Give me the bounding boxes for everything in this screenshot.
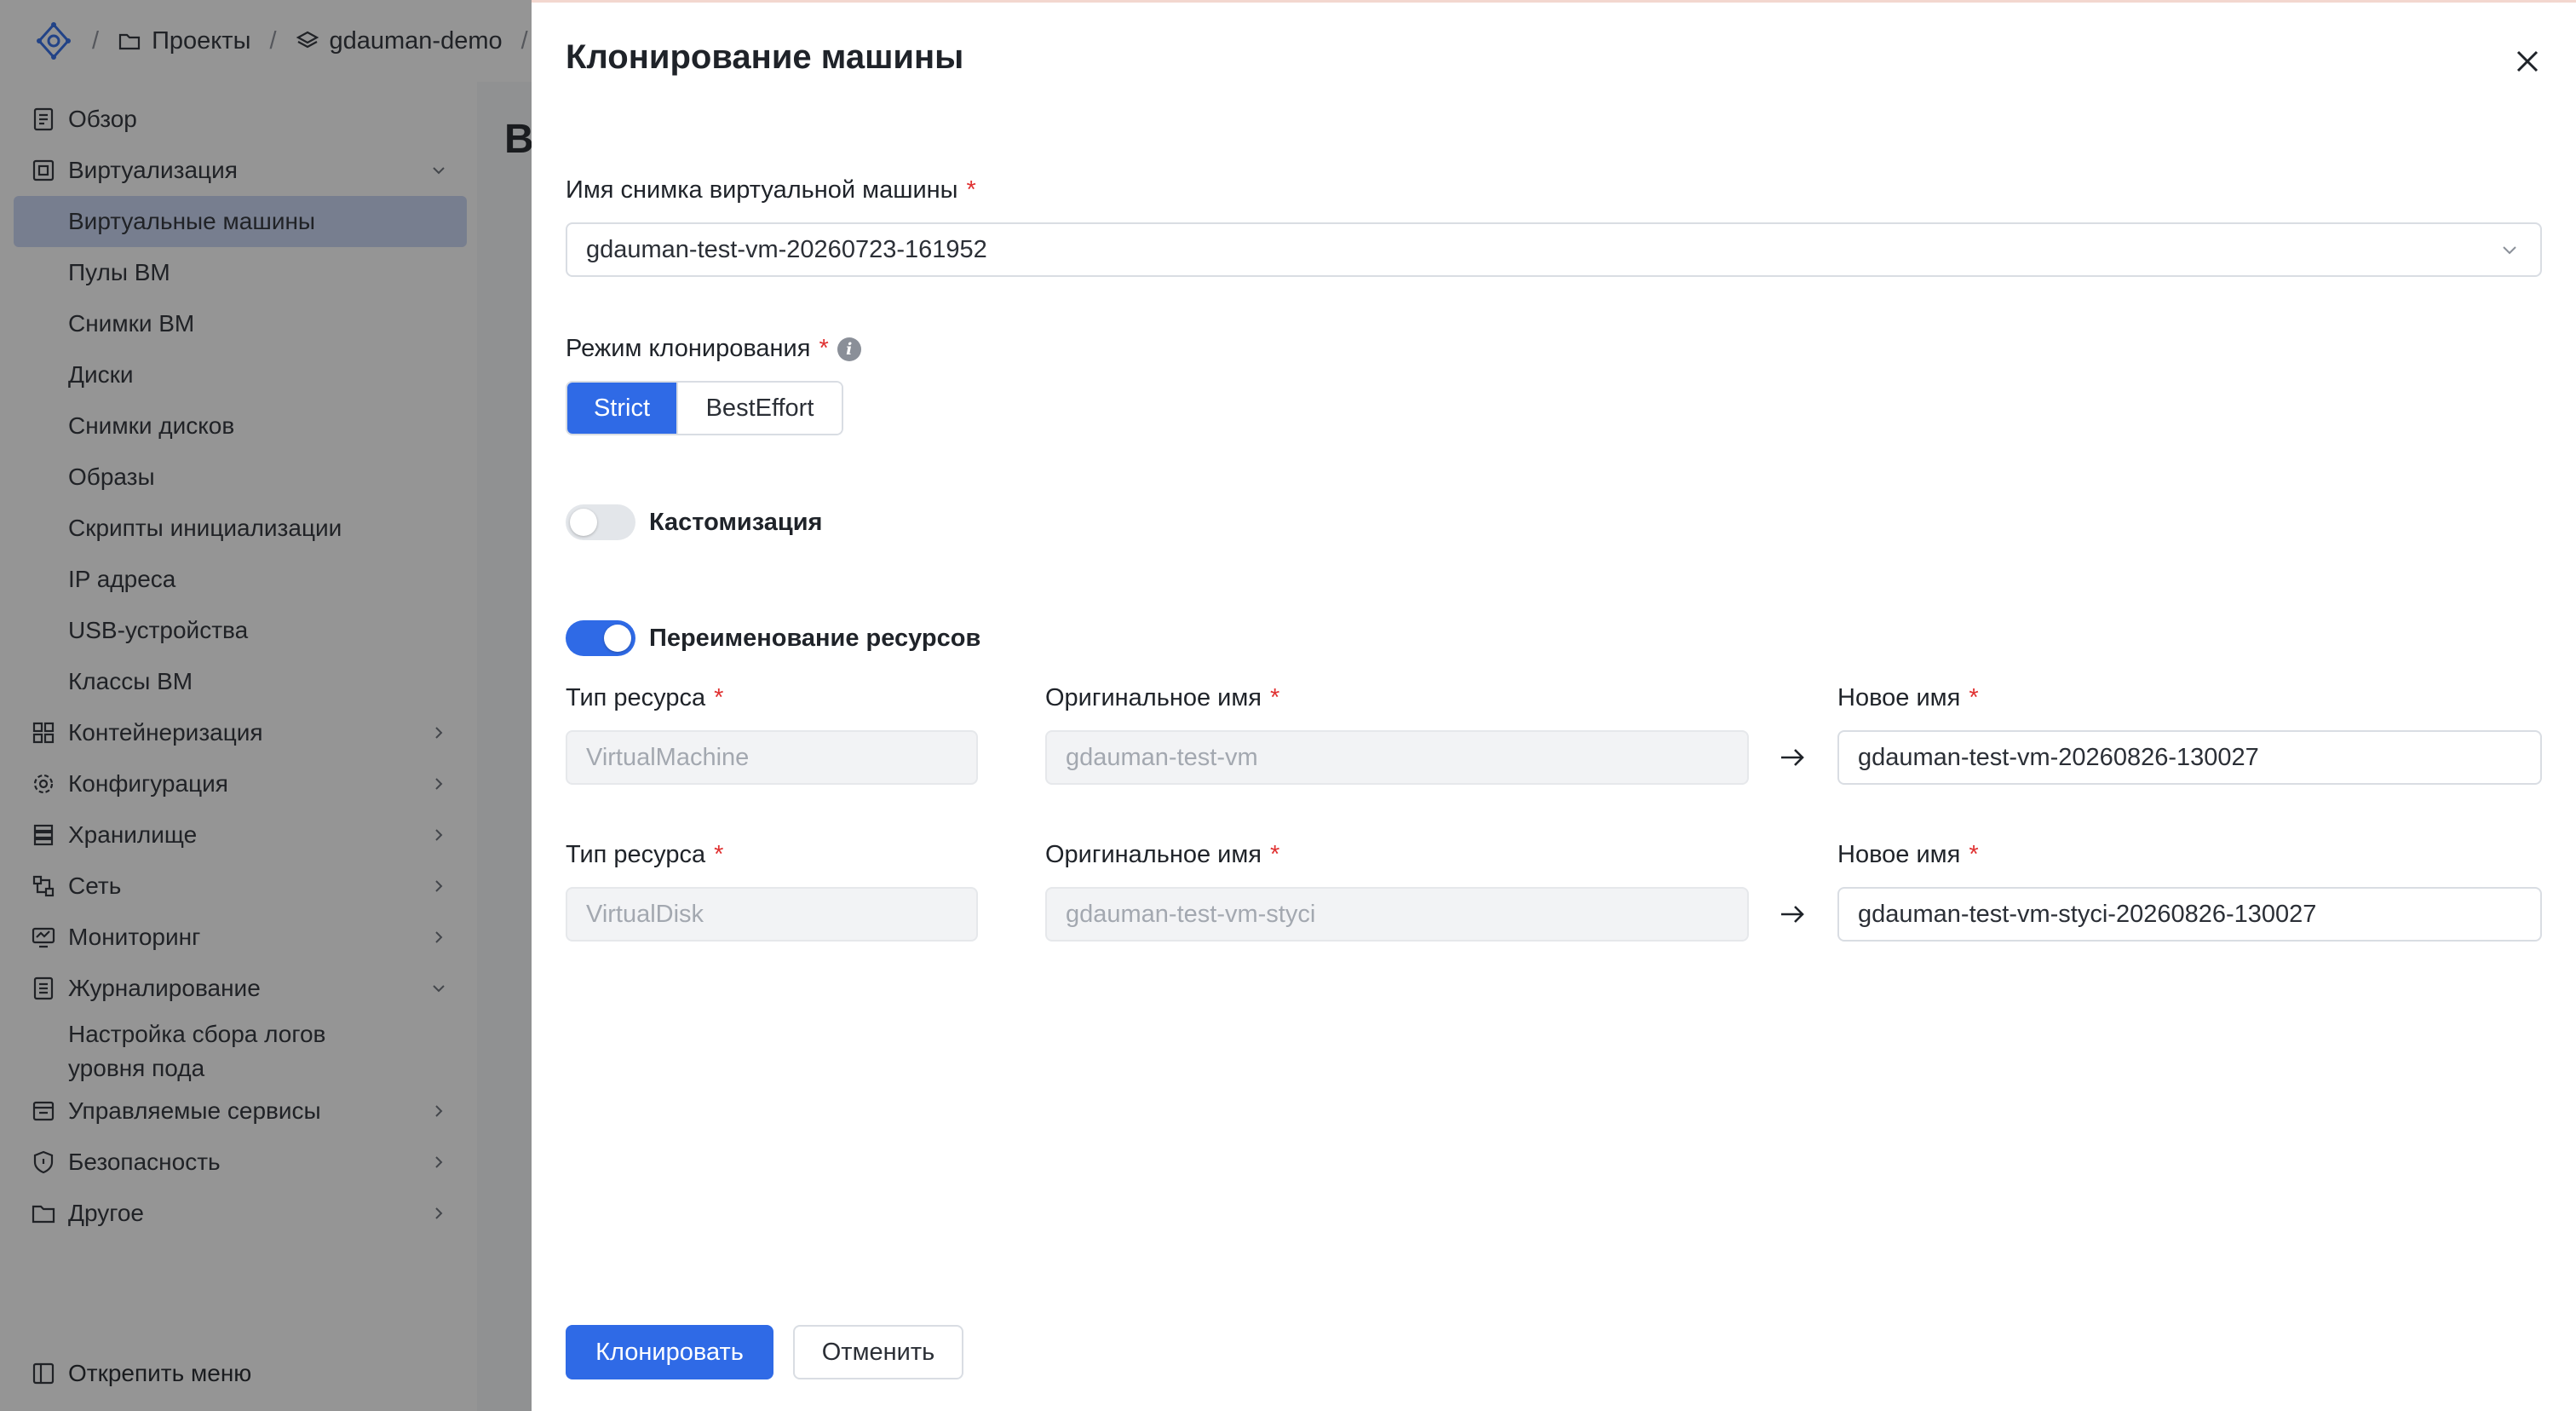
customization-row: Кастомизация	[566, 504, 822, 540]
drawer-title: Клонирование машины	[566, 38, 964, 76]
original-name-label-text: Оригинальное имя	[1045, 841, 1262, 868]
original-name-field: gdauman-test-vm-styci	[1045, 887, 1749, 942]
clone-mode-label-text: Режим клонирования	[566, 335, 811, 362]
new-name-label: Новое имя *	[1837, 684, 1979, 712]
clone-mode-strict[interactable]: Strict	[567, 383, 676, 434]
cancel-button[interactable]: Отменить	[793, 1325, 963, 1379]
clone-mode-besteffort[interactable]: BestEffort	[676, 383, 842, 434]
arrow-right-icon	[1781, 749, 1804, 766]
resource-type-field: VirtualMachine	[566, 730, 978, 785]
resource-type-label-text: Тип ресурса	[566, 684, 706, 711]
resource-type-value: VirtualMachine	[586, 743, 750, 771]
original-name-value: gdauman-test-vm	[1066, 743, 1258, 771]
snapshot-select-value: gdauman-test-vm-20260723-161952	[586, 235, 987, 263]
required-mark: *	[714, 684, 724, 711]
clone-button[interactable]: Клонировать	[566, 1325, 773, 1379]
customization-toggle[interactable]	[566, 504, 635, 540]
new-name-label-text: Новое имя	[1837, 841, 1961, 868]
original-name-label-text: Оригинальное имя	[1045, 684, 1262, 711]
rename-resources-row: Переименование ресурсов	[566, 620, 980, 656]
original-name-field: gdauman-test-vm	[1045, 730, 1749, 785]
customization-label: Кастомизация	[649, 508, 823, 536]
toggle-knob	[570, 509, 597, 536]
info-icon[interactable]: i	[837, 337, 861, 361]
required-mark: *	[1270, 684, 1280, 711]
close-icon[interactable]	[2513, 47, 2542, 76]
toggle-knob	[604, 625, 631, 652]
resource-type-label-text: Тип ресурса	[566, 841, 706, 868]
required-mark: *	[1270, 841, 1280, 868]
resource-type-label: Тип ресурса *	[566, 684, 723, 712]
snapshot-select[interactable]: gdauman-test-vm-20260723-161952	[566, 222, 2542, 277]
required-mark: *	[714, 841, 724, 868]
original-name-label: Оригинальное имя *	[1045, 684, 1279, 712]
original-name-label: Оригинальное имя *	[1045, 841, 1279, 869]
required-mark: *	[966, 176, 976, 204]
chevron-down-icon	[2503, 246, 2516, 255]
required-mark: *	[1969, 841, 1979, 868]
required-mark: *	[1969, 684, 1979, 711]
snapshot-label-text: Имя снимка виртуальной машины	[566, 176, 958, 204]
snapshot-label: Имя снимка виртуальной машины *	[566, 176, 976, 204]
arrow-right-icon	[1781, 906, 1804, 923]
clone-mode-label: Режим клонирования * i	[566, 335, 861, 363]
new-name-input[interactable]: gdauman-test-vm-styci-20260826-130027	[1837, 887, 2542, 942]
rename-resources-toggle[interactable]	[566, 620, 635, 656]
resource-type-field: VirtualDisk	[566, 887, 978, 942]
new-name-label: Новое имя *	[1837, 841, 1979, 869]
resource-type-value: VirtualDisk	[586, 900, 704, 928]
new-name-input[interactable]: gdauman-test-vm-20260826-130027	[1837, 730, 2542, 785]
rename-resources-label: Переименование ресурсов	[649, 624, 981, 652]
original-name-value: gdauman-test-vm-styci	[1066, 900, 1316, 928]
clone-machine-drawer: Клонирование машины Имя снимка виртуальн…	[532, 0, 2576, 1411]
required-mark: *	[819, 335, 829, 362]
new-name-label-text: Новое имя	[1837, 684, 1961, 711]
new-name-value: gdauman-test-vm-styci-20260826-130027	[1858, 900, 2317, 928]
clone-mode-segmented-control: Strict BestEffort	[566, 381, 843, 435]
new-name-value: gdauman-test-vm-20260826-130027	[1858, 743, 2259, 771]
resource-type-label: Тип ресурса *	[566, 841, 723, 869]
